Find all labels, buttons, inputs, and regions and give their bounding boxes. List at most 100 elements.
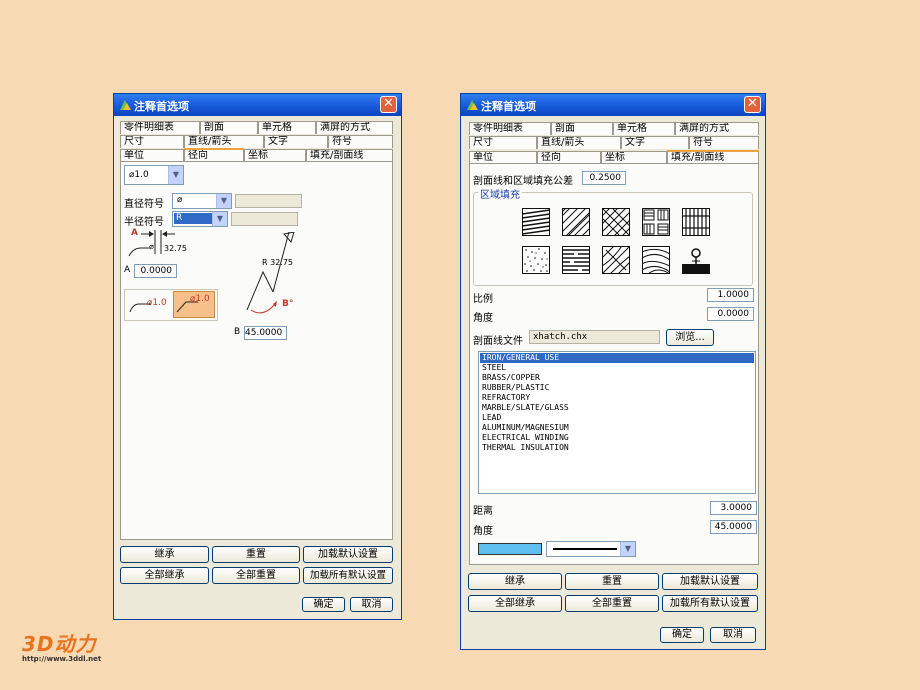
title-bar[interactable]: 注释首选项 ✕: [114, 94, 401, 116]
material-list[interactable]: IRON/GENERAL USE STEEL BRASS/COPPER RUBB…: [478, 351, 756, 494]
style-group: ⌀1.0 ⌀1.0: [124, 289, 218, 321]
tab-parts-list[interactable]: 零件明细表: [469, 122, 551, 135]
tab-dimension[interactable]: 尺寸: [469, 136, 537, 149]
browse-button[interactable]: 浏览...: [666, 329, 714, 346]
tolerance-label: 剖面线和区域填充公差: [473, 176, 573, 187]
tab-line-arrow[interactable]: 直线/箭头: [537, 136, 621, 149]
tab-fullscreen[interactable]: 满屏的方式: [675, 122, 759, 135]
diagram-r-dim-label: R 32.75: [262, 258, 294, 267]
angle2-field[interactable]: 45.0000: [710, 520, 757, 534]
fill-hatch-panel: 剖面线和区域填充公差 0.2500 区域填充 比例 1.0000 角度 0.00…: [469, 163, 759, 565]
tab-text[interactable]: 文字: [264, 135, 328, 148]
load-all-default-button[interactable]: 加载所有默认设置: [662, 595, 758, 612]
app-icon: [120, 100, 131, 110]
list-item[interactable]: MARBLE/SLATE/GLASS: [480, 403, 754, 413]
line-style-combo[interactable]: ▼: [546, 541, 636, 557]
dialog-title: 注释首选项: [134, 100, 189, 113]
hatch-pattern-8[interactable]: [602, 246, 630, 274]
hatch-pattern-5[interactable]: [682, 208, 710, 236]
reset-all-button[interactable]: 全部重置: [565, 595, 659, 612]
tab-dimension[interactable]: 尺寸: [120, 135, 184, 148]
load-all-default-button[interactable]: 加载所有默认设置: [303, 567, 393, 584]
reset-all-button[interactable]: 全部重置: [212, 567, 300, 584]
list-item[interactable]: LEAD: [480, 413, 754, 423]
chevron-down-icon: ▼: [212, 212, 227, 226]
app-icon: [467, 100, 478, 110]
close-button[interactable]: ✕: [744, 96, 761, 113]
cancel-button[interactable]: 取消: [350, 597, 393, 612]
title-bar[interactable]: 注释首选项 ✕: [461, 94, 765, 116]
inherit-button[interactable]: 继承: [120, 546, 209, 563]
diameter-symbol-value: ⌀: [177, 195, 183, 205]
load-default-button[interactable]: 加载默认设置: [303, 546, 393, 563]
hatch-pattern-3[interactable]: [602, 208, 630, 236]
tab-section[interactable]: 剖面: [200, 121, 258, 134]
b-value-field[interactable]: 45.0000: [244, 326, 287, 340]
cancel-button[interactable]: 取消: [710, 627, 756, 643]
tab-fullscreen[interactable]: 满屏的方式: [316, 121, 393, 134]
hatch-file-field[interactable]: xhatch.chx: [529, 330, 660, 344]
radial-panel: ⌀1.0 ▼ 直径符号 ⌀ ▼ 半径符号 R ▼ A ⌀ 32.75 A 0.0…: [120, 161, 393, 540]
tab-symbol[interactable]: 符号: [328, 135, 393, 148]
tab-parts-list[interactable]: 零件明细表: [120, 121, 200, 134]
color-swatch[interactable]: [478, 543, 542, 555]
tab-fill-hatch[interactable]: 填充/剖面线: [667, 150, 759, 164]
list-item[interactable]: ALUMINUM/MAGNESIUM: [480, 423, 754, 433]
radius-symbol-label: 半径符号: [124, 217, 164, 228]
logo-text: 3D动力: [22, 632, 97, 656]
tolerance-field[interactable]: 0.2500: [582, 171, 626, 185]
angle-field[interactable]: 0.0000: [707, 307, 754, 321]
format-combo[interactable]: ⌀1.0 ▼: [124, 165, 184, 185]
reset-button[interactable]: 重置: [565, 573, 659, 590]
hatch-pattern-4[interactable]: [642, 208, 670, 236]
list-item[interactable]: BRASS/COPPER: [480, 373, 754, 383]
distance-field[interactable]: 3.0000: [710, 501, 757, 515]
tab-radial[interactable]: 径向: [184, 148, 244, 162]
a-label: A: [124, 265, 131, 275]
inherit-all-button[interactable]: 全部继承: [120, 567, 209, 584]
style-option-2[interactable]: ⌀1.0: [173, 291, 215, 318]
logo-url: http://www.3ddl.net: [22, 655, 102, 663]
tab-cell[interactable]: 单元格: [613, 122, 675, 135]
diagram-dim-label: 32.75: [164, 244, 187, 253]
list-item[interactable]: STEEL: [480, 363, 754, 373]
list-item[interactable]: REFRACTORY: [480, 393, 754, 403]
hatch-pattern-7[interactable]: [562, 246, 590, 274]
hatch-pattern-9[interactable]: [642, 246, 670, 274]
hatch-pattern-1[interactable]: [522, 208, 550, 236]
tab-line-arrow[interactable]: 直线/箭头: [184, 135, 264, 148]
style-option-1-label: ⌀1.0: [147, 298, 167, 308]
line-sample: [553, 548, 617, 550]
radius-text-field[interactable]: [231, 212, 298, 226]
hatch-pattern-2[interactable]: [562, 208, 590, 236]
angle-label: 角度: [473, 313, 493, 324]
inherit-button[interactable]: 继承: [468, 573, 562, 590]
style-option-1[interactable]: ⌀1.0: [127, 294, 171, 316]
ok-button[interactable]: 确定: [302, 597, 345, 612]
list-item[interactable]: IRON/GENERAL USE: [480, 353, 754, 363]
chevron-down-icon: ▼: [216, 194, 231, 208]
tab-cell[interactable]: 单元格: [258, 121, 316, 134]
load-default-button[interactable]: 加载默认设置: [662, 573, 758, 590]
reset-button[interactable]: 重置: [212, 546, 300, 563]
list-item[interactable]: ELECTRICAL WINDING: [480, 433, 754, 443]
diameter-text-field[interactable]: [235, 194, 302, 208]
brush-icon[interactable]: [682, 246, 710, 274]
a-value-field[interactable]: 0.0000: [134, 264, 177, 278]
scale-field[interactable]: 1.0000: [707, 288, 754, 302]
list-item[interactable]: THERMAL INSULATION: [480, 443, 754, 453]
tab-text[interactable]: 文字: [621, 136, 689, 149]
tab-symbol[interactable]: 符号: [689, 136, 759, 149]
radius-symbol-combo[interactable]: R ▼: [172, 211, 228, 227]
diagram-dia-label: ⌀: [149, 242, 154, 251]
hatch-file-label: 剖面线文件: [473, 336, 523, 347]
diameter-symbol-combo[interactable]: ⌀ ▼: [172, 193, 232, 209]
close-button[interactable]: ✕: [380, 96, 397, 113]
angle2-label: 角度: [473, 526, 493, 537]
hatch-pattern-6[interactable]: [522, 246, 550, 274]
right-dialog: 注释首选项 ✕ 零件明细表 剖面 单元格 满屏的方式 尺寸 直线/箭头 文字 符…: [460, 93, 766, 650]
inherit-all-button[interactable]: 全部继承: [468, 595, 562, 612]
ok-button[interactable]: 确定: [660, 627, 704, 643]
list-item[interactable]: RUBBER/PLASTIC: [480, 383, 754, 393]
tab-section[interactable]: 剖面: [551, 122, 613, 135]
